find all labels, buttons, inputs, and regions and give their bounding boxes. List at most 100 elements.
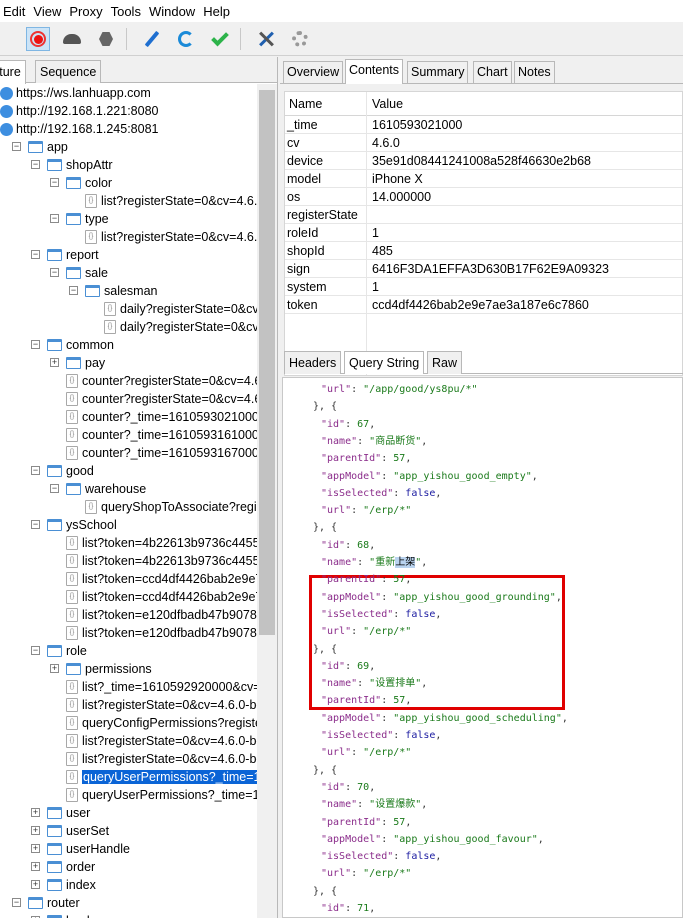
expand-icon[interactable]: +	[31, 808, 40, 817]
tab-structure[interactable]: cture	[0, 60, 26, 84]
collapse-icon[interactable]: −	[50, 268, 59, 277]
table-row[interactable]: roleId 1	[285, 224, 682, 242]
table-row[interactable]: _time 1610593021000	[285, 116, 682, 134]
tree-host-item[interactable]: http://192.168.1.221:8080	[0, 102, 159, 120]
tree-folder-item[interactable]: − warehouse	[50, 480, 146, 498]
check-icon[interactable]	[208, 27, 232, 51]
tree-request-item[interactable]: {} list?_time=1610592920000&cv=4	[66, 678, 257, 696]
tree-folder-item[interactable]: + pay	[50, 354, 105, 372]
tree-request-item[interactable]: {} list?registerState=0&cv=4.6.0-be	[66, 732, 257, 750]
tree-folder-item[interactable]: + userHandle	[31, 840, 130, 858]
tree-folder-item[interactable]: − role	[31, 642, 87, 660]
tree-request-item[interactable]: {} list?token=ccd4df4426bab2e9e7	[66, 570, 257, 588]
tree-request-item[interactable]: {} list?token=ccd4df4426bab2e9e7	[66, 588, 257, 606]
table-row[interactable]: sign 6416F3DA1EFFA3D630B17F62E9A09323	[285, 260, 682, 278]
table-row[interactable]: shopId 485	[285, 242, 682, 260]
collapse-icon[interactable]: −	[31, 520, 40, 529]
tree-request-item[interactable]: {} counter?_time=16105931670008	[66, 444, 257, 462]
tree-request-item[interactable]: {} counter?registerState=0&cv=4.6	[66, 372, 257, 390]
tree-host-item[interactable]: https://ws.lanhuapp.com	[0, 84, 151, 102]
scrollbar-thumb[interactable]	[259, 90, 275, 635]
menu-window[interactable]: Window	[146, 4, 200, 19]
tab-sequence[interactable]: Sequence	[35, 60, 102, 83]
expand-icon[interactable]: +	[50, 664, 59, 673]
tree-folder-item[interactable]: + userSet	[31, 822, 109, 840]
expand-icon[interactable]: +	[31, 844, 40, 853]
collapse-icon[interactable]: −	[31, 340, 40, 349]
turtle-icon[interactable]	[60, 27, 84, 51]
menu-help[interactable]: Help	[200, 4, 235, 19]
tree-request-item[interactable]: {} list?token=e120dfbadb47b90780	[66, 606, 257, 624]
tree-request-item[interactable]: {} counter?registerState=0&cv=4.6	[66, 390, 257, 408]
tree-request-item[interactable]: {} list?registerState=0&cv=4.6.0	[85, 192, 257, 210]
table-row[interactable]: system 1	[285, 278, 682, 296]
table-row[interactable]: device 35e91d08441241008a528f46630e2b68	[285, 152, 682, 170]
tree-request-item[interactable]: {} list?token=4b22613b9736c4455a	[66, 534, 257, 552]
tree-request-item[interactable]: {} queryConfigPermissions?registe	[66, 714, 257, 732]
json-response-view[interactable]: "url": "/app/good/ys8pu/*"}, {"id": 67, "…	[282, 377, 683, 918]
tab-query-string[interactable]: Query String	[344, 351, 425, 374]
tree-folder-item[interactable]: − sale	[50, 264, 108, 282]
expand-icon[interactable]: +	[31, 862, 40, 871]
tree-folder-item[interactable]: − color	[50, 174, 112, 192]
tree-scrollbar[interactable]	[257, 84, 277, 918]
tree-request-item[interactable]: {} queryUserPermissions?_time=16	[66, 786, 257, 804]
tree-request-item[interactable]: {} counter?_time=16105930210008	[66, 408, 257, 426]
tab-notes[interactable]: Notes	[514, 61, 555, 83]
tree-request-item[interactable]: {} list?token=e120dfbadb47b90780	[66, 624, 257, 642]
tree-folder-item[interactable]: − router	[12, 894, 80, 912]
tree-host-item[interactable]: http://192.168.1.245:8081	[0, 120, 159, 138]
collapse-icon[interactable]: −	[12, 898, 21, 907]
collapse-icon[interactable]: −	[12, 142, 21, 151]
tab-summary[interactable]: Summary	[407, 61, 469, 83]
table-row[interactable]: model iPhone X	[285, 170, 682, 188]
tools-icon[interactable]	[254, 27, 278, 51]
tree-request-item[interactable]: {} daily?registerState=0&cv=	[104, 300, 257, 318]
collapse-icon[interactable]: −	[50, 178, 59, 187]
tree-folder-item[interactable]: + permissions	[50, 660, 152, 678]
expand-icon[interactable]: +	[50, 358, 59, 367]
tab-overview[interactable]: Overview	[283, 61, 344, 83]
collapse-icon[interactable]: −	[31, 646, 40, 655]
tree-request-item[interactable]: {} list?registerState=0&cv=4.6.0	[85, 228, 257, 246]
table-row[interactable]: registerState	[285, 206, 682, 224]
menu-view[interactable]: View	[30, 4, 66, 19]
tree-folder-item[interactable]: + index	[31, 876, 96, 894]
tab-headers[interactable]: Headers	[284, 351, 342, 374]
tree-folder-item[interactable]: − app	[12, 138, 68, 156]
gear-icon[interactable]	[288, 27, 312, 51]
refresh-icon[interactable]	[174, 27, 198, 51]
tree-request-item[interactable]: {} daily?registerState=0&cv=	[104, 318, 257, 336]
table-row[interactable]: os 14.000000	[285, 188, 682, 206]
tree-request-item[interactable]: {} list?registerState=0&cv=4.6.0-be	[66, 750, 257, 768]
column-header-value[interactable]: Value	[372, 97, 403, 111]
column-header-name[interactable]: Name	[289, 97, 322, 111]
tree-request-item[interactable]: {} queryShopToAssociate?regis	[85, 498, 257, 516]
expand-icon[interactable]: +	[31, 826, 40, 835]
table-row[interactable]: cv 4.6.0	[285, 134, 682, 152]
menu-tools[interactable]: Tools	[108, 4, 146, 19]
tab-raw[interactable]: Raw	[427, 351, 463, 374]
tree-folder-item[interactable]: + order	[31, 858, 95, 876]
tab-contents[interactable]: Contents	[345, 59, 404, 84]
tree-folder-item[interactable]: +book	[31, 912, 93, 918]
tree-folder-item[interactable]: − good	[31, 462, 94, 480]
tree-folder-item[interactable]: + user	[31, 804, 90, 822]
menu-edit[interactable]: Edit	[0, 4, 30, 19]
tree-request-item[interactable]: {} queryUserPermissions?_time=16	[66, 768, 257, 786]
tree-request-item[interactable]: {} list?registerState=0&cv=4.6.0-be	[66, 696, 257, 714]
record-icon[interactable]	[26, 27, 50, 51]
tree-folder-item[interactable]: − salesman	[69, 282, 158, 300]
tree-folder-item[interactable]: − report	[31, 246, 99, 264]
collapse-icon[interactable]: −	[31, 466, 40, 475]
menu-proxy[interactable]: Proxy	[66, 4, 107, 19]
tree-request-item[interactable]: {} counter?_time=16105931610008	[66, 426, 257, 444]
collapse-icon[interactable]: −	[50, 214, 59, 223]
collapse-icon[interactable]: −	[31, 160, 40, 169]
collapse-icon[interactable]: −	[50, 484, 59, 493]
tree-folder-item[interactable]: − shopAttr	[31, 156, 113, 174]
tab-chart[interactable]: Chart	[473, 61, 512, 83]
tree-folder-item[interactable]: − ysSchool	[31, 516, 117, 534]
tree-folder-item[interactable]: − type	[50, 210, 109, 228]
tree-request-item[interactable]: {} list?token=4b22613b9736c4455a	[66, 552, 257, 570]
